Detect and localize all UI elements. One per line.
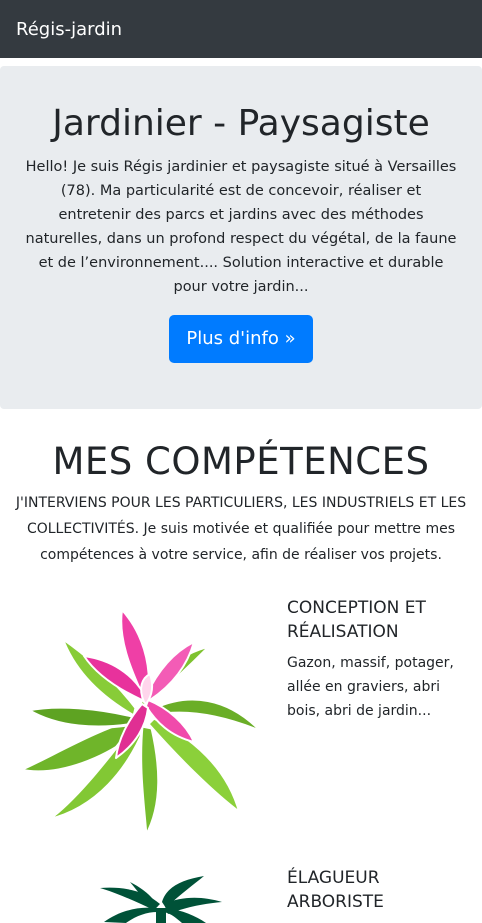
more-info-button[interactable]: Plus d'info » [169,315,313,364]
hero-jumbotron: Jardinier - Paysagiste Hello! Je suis Ré… [0,66,482,409]
hero-title: Jardinier - Paysagiste [52,103,430,144]
skills-intro: J'INTERVIENS POUR LES PARTICULIERS, LES … [15,495,467,564]
service-conception-text: CONCEPTION ET RÉALISATION Gazon, massif,… [287,596,469,723]
service-title: CONCEPTION ET RÉALISATION [287,598,426,642]
hero-text: Hello! Je suis Régis jardinier et paysag… [25,159,457,296]
skills-section: MES COMPÉTENCES J'INTERVIENS POUR LES PA… [0,440,482,568]
navbar-brand[interactable]: Régis-jardin [16,19,122,40]
bromeliad-plant-illustration [18,609,264,838]
skills-title: MES COMPÉTENCES [52,440,430,483]
service-description: Gazon, massif, potager, allée en gravier… [287,655,454,719]
palm-tree-illustration [100,876,222,923]
service-elagueur-text: ÉLAGUEUR ARBORISTE [287,866,469,914]
service-title: ÉLAGUEUR ARBORISTE [287,868,384,912]
navbar: Régis-jardin [0,0,482,58]
